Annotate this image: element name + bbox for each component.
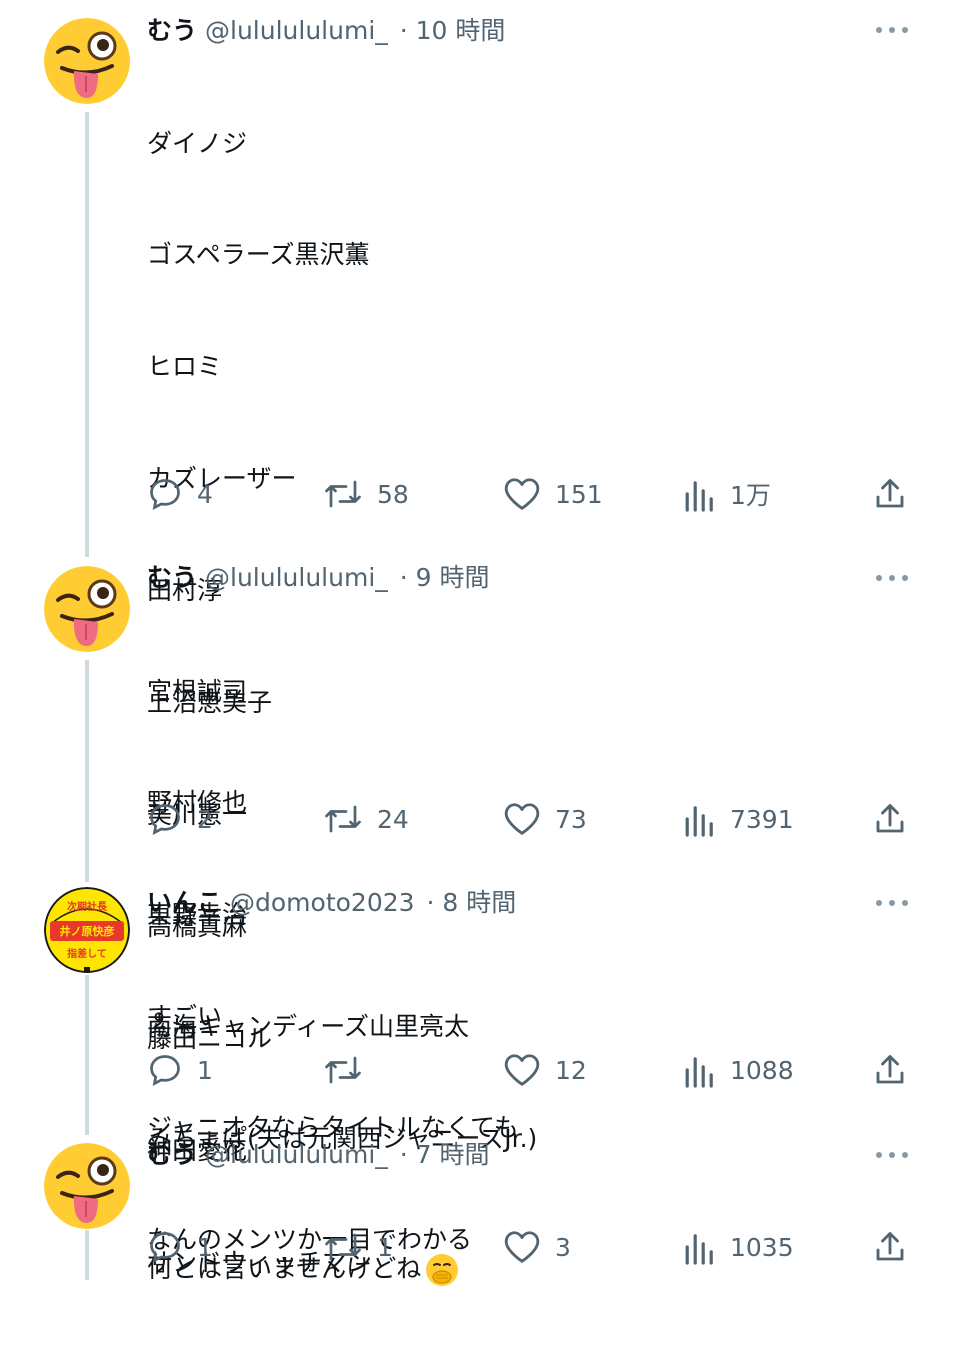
avatar-caption-top: 次期社長 bbox=[67, 902, 107, 913]
analytics-icon bbox=[685, 481, 713, 512]
like-button[interactable]: 12 bbox=[503, 1048, 587, 1092]
analytics-icon bbox=[685, 1234, 713, 1265]
avatar[interactable]: 次期社長 井ノ原快彦 指差して bbox=[44, 887, 130, 973]
reply-button[interactable]: 2 bbox=[147, 797, 213, 841]
reply-count: 1 bbox=[197, 1055, 213, 1085]
like-button[interactable]: 73 bbox=[503, 797, 587, 841]
timestamp[interactable]: · 10 時間 bbox=[400, 16, 506, 45]
analytics-icon bbox=[685, 806, 713, 837]
view-count: 1万 bbox=[730, 481, 771, 510]
action-bar: 4 58 151 1万 bbox=[0, 472, 956, 516]
reply-count: 2 bbox=[197, 804, 213, 834]
reply-icon bbox=[150, 804, 180, 835]
user-handle[interactable]: @lululululumi_ bbox=[205, 1140, 388, 1169]
reply-icon bbox=[150, 1055, 180, 1086]
action-bar: 1 1 3 1035 bbox=[0, 1225, 956, 1269]
timestamp[interactable]: · 8 時間 bbox=[427, 888, 517, 917]
like-button[interactable]: 151 bbox=[503, 472, 603, 516]
retweet-count: 1 bbox=[377, 1232, 393, 1262]
reply-button[interactable]: 1 bbox=[147, 1225, 213, 1269]
heart-icon bbox=[504, 1054, 540, 1086]
action-bar: 2 24 73 7391 bbox=[0, 797, 956, 841]
retweet-button[interactable]: 1 bbox=[323, 1225, 393, 1269]
views-button[interactable]: 7391 bbox=[684, 797, 794, 841]
share-button[interactable] bbox=[872, 797, 908, 841]
retweet-icon bbox=[325, 805, 361, 833]
wink-tongue-emoji-icon bbox=[44, 1143, 130, 1229]
like-count: 3 bbox=[555, 1232, 571, 1262]
analytics-icon bbox=[685, 1057, 713, 1088]
avatar[interactable] bbox=[44, 1143, 130, 1229]
views-button[interactable]: 1088 bbox=[684, 1048, 794, 1092]
like-count: 73 bbox=[555, 804, 587, 834]
share-icon bbox=[876, 804, 904, 833]
tweet-header: いんこ @domoto2023 · 8 時間 bbox=[147, 886, 516, 920]
wink-tongue-emoji-icon bbox=[44, 566, 130, 652]
view-count: 1088 bbox=[730, 1055, 794, 1085]
heart-icon bbox=[504, 478, 540, 510]
text-line: ダイノジ bbox=[147, 128, 248, 158]
views-button[interactable]: 1万 bbox=[684, 472, 771, 516]
retweet-icon bbox=[325, 1056, 361, 1084]
text-line: すごい bbox=[147, 1001, 223, 1031]
tweet-header: むう @lululululumi_ · 10 時間 bbox=[147, 14, 505, 48]
text-line: 宮根誠司 bbox=[147, 676, 248, 706]
avatar-caption-middle: 井ノ原快彦 bbox=[59, 925, 115, 938]
tweet-header: むう @lululululumi_ · 9 時間 bbox=[147, 561, 489, 595]
reply-button[interactable]: 4 bbox=[147, 472, 213, 516]
reply-icon bbox=[150, 1232, 180, 1263]
share-icon bbox=[876, 479, 904, 508]
like-count: 12 bbox=[555, 1055, 587, 1085]
share-icon bbox=[876, 1232, 904, 1261]
display-name[interactable]: むう bbox=[147, 1140, 197, 1169]
view-count: 7391 bbox=[730, 804, 794, 834]
views-button[interactable]: 1035 bbox=[684, 1225, 794, 1269]
like-button[interactable]: 3 bbox=[503, 1225, 571, 1269]
reply-count: 4 bbox=[197, 479, 213, 509]
heart-icon bbox=[504, 1231, 540, 1263]
thread-line bbox=[85, 660, 89, 882]
share-icon bbox=[876, 1055, 904, 1084]
user-handle[interactable]: @lululululumi_ bbox=[205, 16, 388, 45]
reply-icon bbox=[150, 479, 180, 510]
view-count: 1035 bbox=[730, 1232, 794, 1262]
share-button[interactable] bbox=[872, 1225, 908, 1269]
timestamp[interactable]: · 9 時間 bbox=[400, 563, 490, 592]
reply-button[interactable]: 1 bbox=[147, 1048, 213, 1092]
more-options-icon[interactable] bbox=[874, 893, 910, 913]
more-options-icon[interactable] bbox=[874, 1145, 910, 1165]
retweet-icon bbox=[325, 480, 361, 508]
user-handle[interactable]: @lululululumi_ bbox=[205, 563, 388, 592]
avatar[interactable] bbox=[44, 18, 130, 104]
retweet-button[interactable]: 58 bbox=[323, 472, 409, 516]
text-line: ヒロミ bbox=[147, 352, 223, 382]
more-options-icon[interactable] bbox=[874, 20, 910, 40]
retweet-count: 58 bbox=[377, 479, 409, 509]
user-handle[interactable]: @domoto2023 bbox=[230, 888, 415, 917]
reply-count: 1 bbox=[197, 1232, 213, 1262]
retweet-button[interactable]: 24 bbox=[323, 797, 409, 841]
heart-icon bbox=[504, 803, 540, 835]
avatar-caption-bottom: 指差して bbox=[67, 949, 107, 960]
like-count: 151 bbox=[555, 479, 603, 509]
display-name[interactable]: むう bbox=[147, 563, 197, 592]
text-line: ゴスペラーズ黒沢薫 bbox=[147, 240, 370, 270]
retweet-icon bbox=[325, 1233, 361, 1261]
retweet-button[interactable] bbox=[323, 1048, 377, 1092]
action-bar: 1 12 1088 bbox=[0, 1048, 956, 1092]
display-name[interactable]: いんこ bbox=[147, 888, 222, 917]
more-options-icon[interactable] bbox=[874, 568, 910, 588]
tweet-header: むう @lululululumi_ · 7 時間 bbox=[147, 1138, 489, 1172]
display-name[interactable]: むう bbox=[147, 16, 197, 45]
timestamp[interactable]: · 7 時間 bbox=[400, 1140, 490, 1169]
share-button[interactable] bbox=[872, 472, 908, 516]
share-button[interactable] bbox=[872, 1048, 908, 1092]
avatar[interactable] bbox=[44, 566, 130, 652]
retweet-count: 24 bbox=[377, 804, 409, 834]
wink-tongue-emoji-icon bbox=[44, 18, 130, 104]
